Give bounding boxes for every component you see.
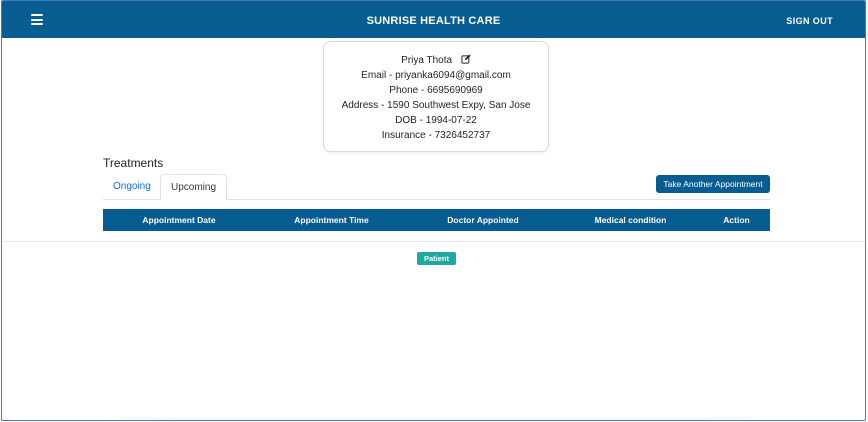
app-frame: SUNRISE HEALTH CARE SIGN OUT Priya Thota…	[1, 0, 866, 421]
footer-shadow	[112, 415, 757, 420]
column-medical-condition: Medical condition	[594, 215, 667, 225]
edit-icon[interactable]	[461, 54, 471, 64]
top-navbar: SUNRISE HEALTH CARE SIGN OUT	[2, 1, 865, 38]
treatments-heading: Treatments	[103, 156, 164, 170]
section-divider	[2, 241, 865, 242]
profile-dob: DOB - 1994-07-22	[395, 115, 477, 126]
profile-name: Priya Thota	[401, 55, 453, 66]
sign-out-button[interactable]: SIGN OUT	[786, 16, 833, 26]
tab-upcoming[interactable]: Upcoming	[160, 174, 228, 201]
appointments-table-header: Appointment Date Appointment Time Doctor…	[103, 209, 770, 231]
role-badge: Patient	[417, 252, 456, 265]
profile-phone: Phone - 6695690969	[389, 85, 483, 96]
tab-ongoing[interactable]: Ongoing	[103, 174, 161, 200]
column-appointment-date: Appointment Date	[142, 215, 216, 225]
profile-address: Address - 1590 Southwest Expy, San Jose	[341, 100, 531, 111]
column-appointment-time: Appointment Time	[294, 215, 369, 225]
column-doctor-appointed: Doctor Appointed	[447, 215, 519, 225]
profile-email: Email - priyanka6094@gmail.com	[361, 70, 511, 81]
profile-card: Priya Thota Email - priyanka6094@gmail.c…	[323, 41, 549, 152]
app-title: SUNRISE HEALTH CARE	[366, 15, 501, 27]
take-another-appointment-button[interactable]: Take Another Appointment	[656, 175, 770, 193]
profile-name-row: Priya Thota	[324, 53, 548, 68]
profile-insurance: Insurance - 7326452737	[381, 130, 491, 141]
column-action: Action	[723, 215, 750, 225]
